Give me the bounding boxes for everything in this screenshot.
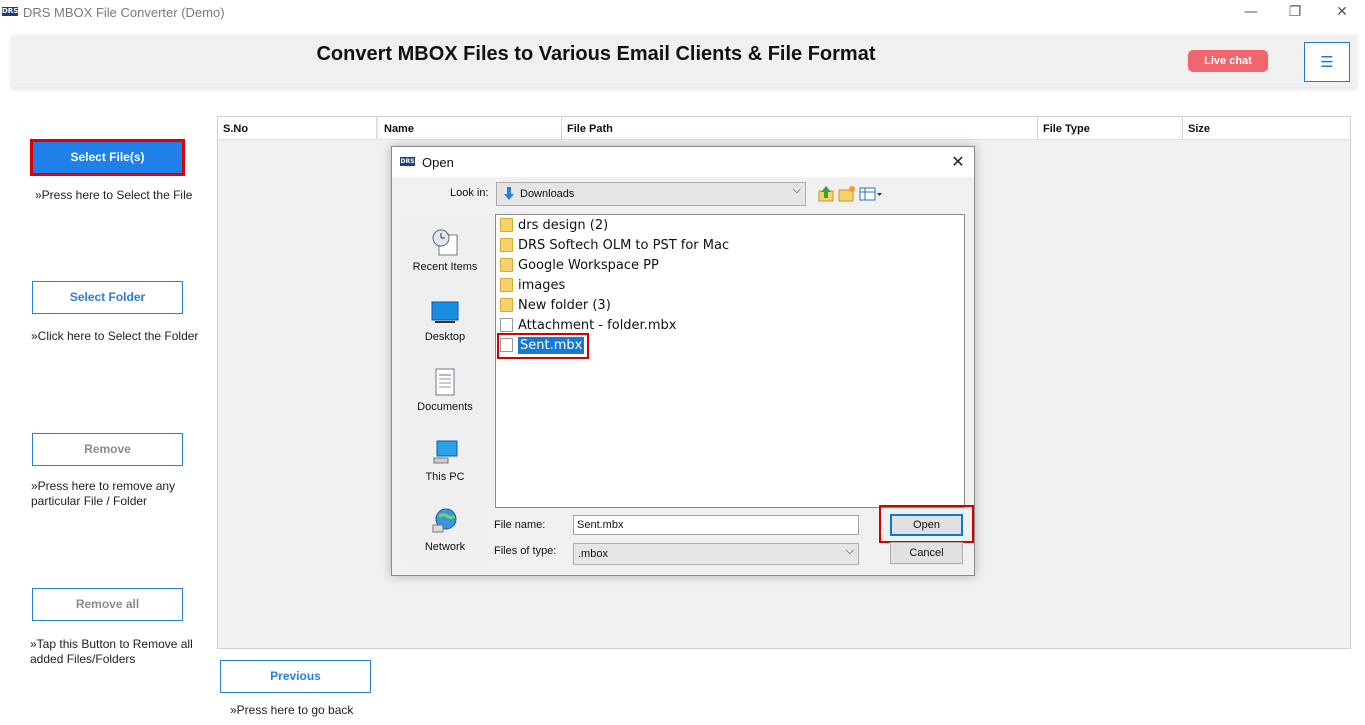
title-bar: DRS DRS MBOX File Converter (Demo) — ❐ ✕ [0, 0, 1365, 26]
dialog-close-button[interactable]: ✕ [944, 150, 972, 174]
hamburger-icon: ☰ [1320, 53, 1334, 71]
list-item[interactable]: DRS Softech OLM to PST for Mac [500, 236, 729, 256]
view-menu-icon[interactable] [859, 185, 883, 203]
remove-all-button[interactable]: Remove all [32, 588, 183, 621]
app-window: DRS DRS MBOX File Converter (Demo) — ❐ ✕… [0, 0, 1365, 725]
previous-hint: »Press here to go back [230, 703, 354, 717]
open-button[interactable]: Open [890, 514, 963, 536]
open-file-dialog: DRS Open ✕ Look in: Downloads ⌵ Recent I… [391, 146, 975, 576]
select-files-button[interactable]: Select File(s) [30, 139, 185, 176]
minimize-button[interactable]: — [1236, 2, 1266, 22]
remove-button[interactable]: Remove [32, 433, 183, 466]
folder-icon [500, 297, 513, 312]
file-type-label: Files of type: [494, 545, 557, 557]
column-header-name[interactable]: Name [379, 117, 562, 140]
place-network[interactable]: Network [403, 501, 487, 569]
chevron-down-icon: ⌵ [792, 183, 801, 196]
column-header-size[interactable]: Size [1183, 117, 1350, 140]
places-bar: Recent Items Desktop Documents This PC N… [403, 215, 487, 563]
up-folder-icon[interactable] [817, 185, 835, 203]
list-item[interactable]: Google Workspace PP [500, 256, 659, 276]
select-folder-hint: »Click here to Select the Folder [31, 329, 199, 343]
live-chat-button[interactable]: Live chat [1188, 50, 1268, 72]
restore-button[interactable]: ❐ [1280, 2, 1310, 22]
file-name-label: File name: [494, 519, 546, 531]
file-name-input[interactable]: Sent.mbx [573, 515, 859, 535]
close-button[interactable]: ✕ [1327, 2, 1357, 22]
previous-button[interactable]: Previous [220, 660, 371, 693]
new-folder-icon[interactable] [838, 185, 856, 203]
place-label-recent-items: Recent Items [412, 261, 478, 273]
chevron-down-icon: ⌵ [845, 544, 854, 557]
header-panel: Convert MBOX Files to Various Email Clie… [11, 35, 1357, 87]
list-item[interactable]: images [500, 276, 565, 296]
folder-icon [500, 277, 513, 292]
this-pc-icon [433, 440, 458, 464]
look-in-label: Look in: [450, 187, 489, 199]
window-title: DRS MBOX File Converter (Demo) [23, 5, 225, 20]
column-header-file-path[interactable]: File Path [562, 117, 1038, 140]
column-header-sno[interactable]: S.No [218, 117, 377, 140]
place-desktop[interactable]: Desktop [403, 291, 487, 359]
app-logo-icon: DRS [2, 7, 19, 16]
place-documents[interactable]: Documents [403, 361, 487, 429]
list-item[interactable]: Attachment - folder.mbx [500, 316, 676, 336]
folder-icon [500, 217, 513, 232]
list-item-selected[interactable]: Sent.mbx [496, 333, 590, 359]
file-icon [500, 337, 513, 352]
recent-items-icon [432, 229, 458, 256]
cancel-button[interactable]: Cancel [890, 542, 963, 564]
folder-icon [500, 257, 513, 272]
place-label-this-pc: This PC [425, 471, 465, 483]
dialog-logo-icon: DRS [400, 157, 415, 166]
desktop-icon [431, 301, 459, 323]
file-type-dropdown[interactable]: .mbox ⌵ [573, 543, 859, 565]
documents-icon [435, 368, 455, 396]
place-recent-items[interactable]: Recent Items [403, 221, 487, 289]
list-item[interactable]: drs design (2) [500, 216, 608, 236]
look-in-value: Downloads [520, 188, 575, 200]
select-folder-button[interactable]: Select Folder [32, 281, 183, 314]
remove-hint: »Press here to remove any particular Fil… [31, 479, 176, 508]
place-this-pc[interactable]: This PC [403, 431, 487, 499]
list-item[interactable]: New folder (3) [500, 296, 611, 316]
download-arrow-icon [504, 187, 514, 200]
dialog-title-bar: DRS Open ✕ [392, 147, 974, 177]
network-globe-icon [432, 508, 457, 533]
page-title: Convert MBOX Files to Various Email Clie… [316, 43, 876, 65]
remove-all-hint: »Tap this Button to Remove all added Fil… [30, 637, 193, 666]
place-label-desktop: Desktop [424, 331, 466, 343]
file-icon [500, 317, 513, 332]
dialog-title: Open [422, 155, 454, 170]
folder-icon [500, 237, 513, 252]
menu-button[interactable]: ☰ [1304, 42, 1350, 82]
select-files-hint: »Press here to Select the File [35, 188, 193, 202]
column-header-file-type[interactable]: File Type [1038, 117, 1183, 140]
file-type-value: .mbox [578, 548, 608, 560]
file-list[interactable]: drs design (2) DRS Softech OLM to PST fo… [495, 214, 965, 508]
place-label-network: Network [424, 541, 466, 553]
look-in-dropdown[interactable]: Downloads ⌵ [496, 182, 806, 206]
place-label-documents: Documents [417, 401, 473, 413]
